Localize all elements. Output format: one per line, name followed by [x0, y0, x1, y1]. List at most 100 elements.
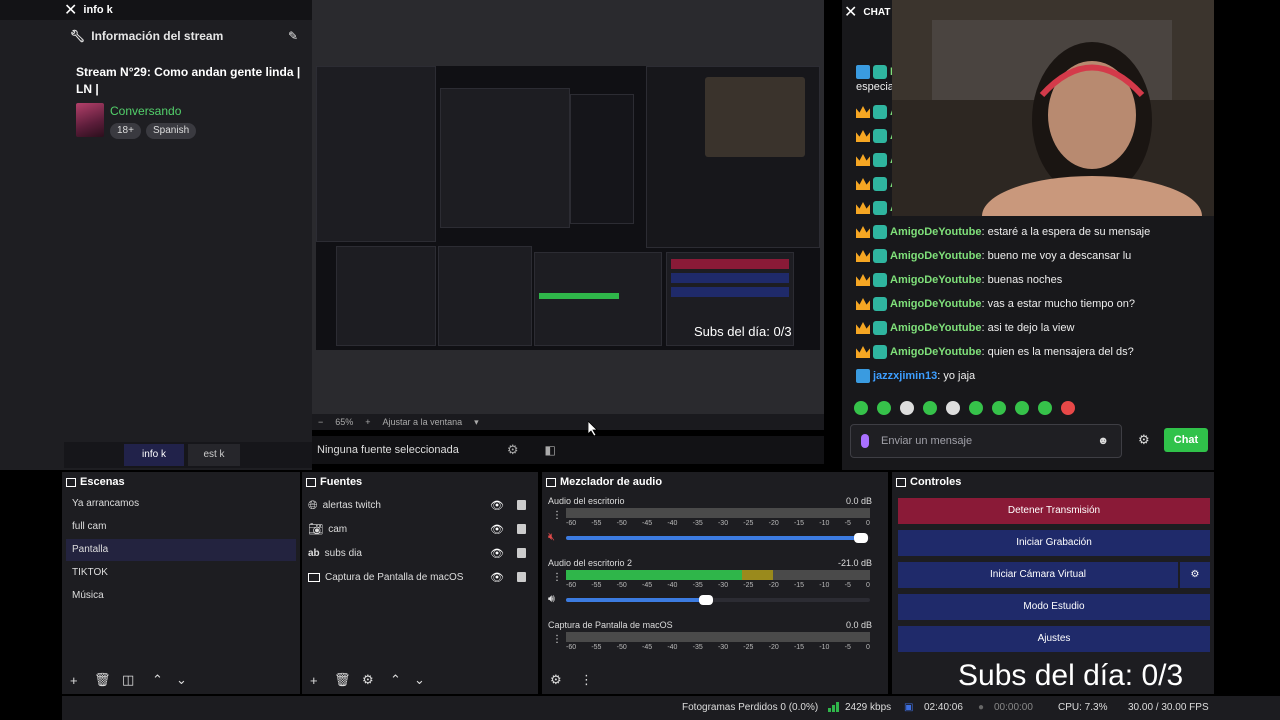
mixer-track: Captura de Pantalla de macOS 0.0 dB ⋮ -6… [548, 620, 878, 664]
zoom-out-button[interactable]: − [318, 417, 323, 427]
close-icon[interactable]: ✕ [64, 0, 77, 20]
meter-scale-tick: -60 [566, 520, 577, 527]
zoom-in-button[interactable]: + [365, 417, 370, 427]
visibility-eye-icon[interactable]: 👁︎ [490, 499, 504, 512]
volume-slider-knob[interactable] [853, 533, 868, 543]
add-scene-button[interactable]: + [70, 673, 78, 688]
add-source-button[interactable]: + [310, 673, 318, 688]
emote-icon[interactable] [1015, 401, 1029, 415]
stream-category[interactable]: Conversando [110, 104, 181, 118]
track-menu-icon[interactable]: ⋮ [552, 634, 562, 645]
preview-zoom-bar: − 65% + Ajustar a la ventana ▾ [312, 414, 824, 430]
advanced-audio-gear-icon[interactable]: ⚙ [550, 672, 562, 688]
source-properties-bar: Ninguna fuente seleccionada ⚙ ◧ [312, 436, 824, 464]
fit-window-select[interactable]: Ajustar a la ventana [383, 417, 463, 427]
crown-badge-icon [856, 130, 870, 142]
emote-icon[interactable] [969, 401, 983, 415]
tab-est-k[interactable]: est k [188, 444, 240, 466]
filters-icon[interactable]: ◧ [545, 443, 556, 457]
chat-username[interactable]: AmigoDeYoutube [890, 322, 981, 334]
emote-icon[interactable] [992, 401, 1006, 415]
visibility-eye-icon[interactable]: 👁︎ [490, 571, 504, 584]
controls-title: Controles [910, 476, 962, 488]
chat-username[interactable]: AmigoDeYoutube [890, 346, 981, 358]
move-up-chevron-icon[interactable]: ⌃ [152, 672, 163, 688]
mixer-menu-icon[interactable]: ⋮ [580, 672, 593, 688]
emote-icon[interactable] [923, 401, 937, 415]
bits-icon[interactable] [861, 434, 869, 448]
meter-scale-tick: 0 [866, 644, 870, 651]
scene-item-active[interactable]: Pantalla [66, 539, 296, 561]
delete-source-trash-icon[interactable]: 🗑︎ [334, 672, 351, 688]
emote-picker-icon[interactable]: ☻ [1097, 435, 1109, 447]
sub-badge-icon [873, 177, 887, 191]
stop-streaming-button[interactable]: Detener Transmisión [898, 498, 1210, 524]
volume-slider[interactable] [566, 595, 870, 605]
scene-item[interactable]: full cam [66, 516, 296, 538]
tab-info-k[interactable]: info k [124, 444, 184, 466]
chat-username[interactable]: AmigoDeYoutube [890, 226, 981, 238]
start-virtual-camera-button[interactable]: Iniciar Cámara Virtual [898, 562, 1178, 588]
scene-item[interactable]: Ya arrancamos [66, 493, 296, 515]
emote-icon[interactable] [946, 401, 960, 415]
chat-username[interactable]: jazzxjimin13 [873, 370, 937, 382]
emote-icon[interactable] [877, 401, 891, 415]
meter-scale-tick: -40 [667, 520, 678, 527]
lock-icon[interactable] [517, 548, 526, 558]
meter-scale-tick: -20 [768, 582, 779, 589]
mini-mixer [534, 252, 662, 346]
source-item[interactable]: Captura de Pantalla de macOS 👁︎ [308, 566, 532, 588]
close-icon[interactable]: ✕ [844, 2, 857, 22]
mini-screen [570, 94, 634, 224]
volume-slider-knob[interactable] [698, 595, 713, 605]
lock-icon[interactable] [517, 572, 526, 582]
tag-age[interactable]: 18+ [110, 123, 141, 139]
emote-icon[interactable] [854, 401, 868, 415]
source-item[interactable]: ab subs dia 👁︎ [308, 542, 532, 564]
muted-speaker-icon[interactable]: 🔇︎ [548, 531, 555, 544]
edit-pencil-icon[interactable]: ✎ [288, 29, 298, 43]
volume-slider[interactable] [566, 533, 870, 543]
delete-scene-trash-icon[interactable]: 🗑︎ [94, 672, 111, 688]
move-down-chevron-icon[interactable]: ⌄ [414, 672, 425, 688]
chevron-down-icon[interactable]: ▾ [474, 417, 479, 428]
meter-scale-tick: -25 [743, 644, 754, 651]
virtual-camera-settings-gear-icon[interactable]: ⚙ [1180, 562, 1210, 588]
lock-icon[interactable] [517, 524, 526, 534]
chat-settings-gear-icon[interactable]: ⚙ [1138, 432, 1150, 448]
chat-send-button[interactable]: Chat [1164, 428, 1208, 452]
chat-username[interactable]: AmigoDeYoutube [890, 274, 981, 286]
start-recording-button[interactable]: Iniciar Grabación [898, 530, 1210, 556]
chat-username[interactable]: AmigoDeYoutube [890, 250, 981, 262]
scene-item[interactable]: Música [66, 585, 296, 607]
track-menu-icon[interactable]: ⋮ [552, 572, 562, 583]
preview-canvas[interactable]: Subs del día: 0/3 [316, 66, 820, 350]
meter-scale-tick: -15 [793, 582, 805, 589]
source-item[interactable]: 🌐︎ alertas twitch 👁︎ [308, 494, 532, 516]
tag-language[interactable]: Spanish [146, 123, 197, 139]
visibility-eye-icon[interactable]: 👁︎ [490, 547, 504, 560]
gear-icon[interactable]: ⚙ [507, 442, 519, 458]
dock-icon [546, 477, 556, 487]
studio-mode-button[interactable]: Modo Estudio [898, 594, 1210, 620]
stream-title: Stream N°29: Como andan gente linda | LN… [76, 65, 301, 96]
source-item[interactable]: 📷︎ cam 👁︎ [308, 518, 532, 540]
move-up-chevron-icon[interactable]: ⌃ [390, 672, 401, 688]
lock-icon[interactable] [517, 500, 526, 510]
scene-filters-icon[interactable]: ◫ [122, 672, 134, 688]
chat-message: AmigoDeYoutube: quien es la mensajera de… [856, 345, 1134, 359]
chat-username[interactable]: AmigoDeYoutube [890, 298, 981, 310]
source-properties-gear-icon[interactable]: ⚙ [362, 672, 374, 688]
settings-button[interactable]: Ajustes [898, 626, 1210, 652]
chat-message-input[interactable]: Enviar un mensaje ☻ [850, 424, 1122, 458]
emote-icon[interactable] [1038, 401, 1052, 415]
source-name: Captura de Pantalla de macOS [325, 571, 464, 583]
mixer-title: Mezclador de audio [560, 476, 663, 488]
scene-item[interactable]: TIKTOK [66, 562, 296, 584]
emote-icon[interactable] [900, 401, 914, 415]
speaker-icon[interactable]: 🔊︎ [548, 593, 555, 606]
track-menu-icon[interactable]: ⋮ [552, 510, 562, 521]
emote-icon[interactable] [1061, 401, 1075, 415]
move-down-chevron-icon[interactable]: ⌄ [176, 672, 187, 688]
visibility-eye-icon[interactable]: 👁︎ [490, 523, 504, 536]
